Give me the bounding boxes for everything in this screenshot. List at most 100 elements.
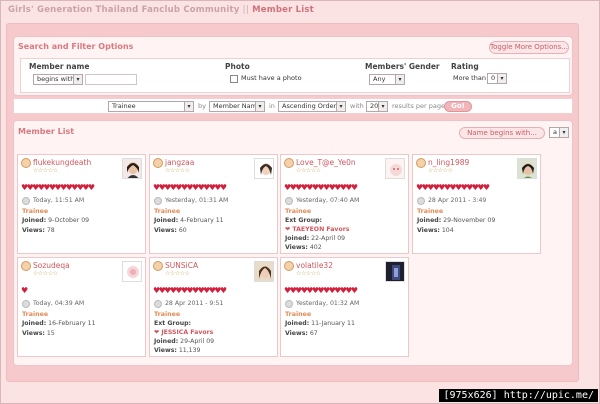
- last-activity-icon: [154, 300, 162, 308]
- last-activity-icon: [22, 197, 30, 205]
- reputation-stars: ☆☆☆☆☆: [296, 270, 321, 277]
- name-begins-with-button[interactable]: Name begins with...: [459, 127, 545, 139]
- avatar[interactable]: [254, 261, 274, 282]
- joined-row: Joined: 22-April 09: [285, 235, 346, 242]
- views-row: Views: 15: [22, 330, 55, 337]
- by-label: by: [198, 102, 206, 110]
- views-row: Views: 60: [154, 227, 187, 234]
- member-name-mode-select[interactable]: begins with ▾: [33, 74, 83, 85]
- photo-label: Photo: [225, 62, 250, 71]
- user-status-icon: [284, 261, 294, 271]
- member-card[interactable]: flukekungdeath ☆☆☆☆☆ ♥♥♥♥♥♥♥♥♥♥♥♥♥ Today…: [17, 154, 146, 254]
- last-activity: 28 Apr 2011 - 9:51: [165, 300, 224, 307]
- avatar[interactable]: [385, 261, 405, 282]
- gender-select[interactable]: Any ▾: [369, 74, 405, 85]
- in-label: in: [269, 102, 275, 110]
- user-status-icon: [21, 261, 31, 271]
- member-rank: Trainee: [285, 208, 312, 215]
- member-card[interactable]: Love_T@e_Ye0n ☆☆☆☆☆ ♥♥♥♥♥♥♥♥♥♥♥♥♥ Yester…: [280, 154, 409, 254]
- member-name-link[interactable]: flukekungdeath: [33, 158, 91, 167]
- must-have-photo-checkbox[interactable]: [230, 75, 238, 83]
- last-activity: 28 Apr 2011 - 3:49: [428, 197, 487, 204]
- letter-select[interactable]: a ▾: [549, 127, 569, 138]
- views-row: Views: 11,139: [154, 347, 201, 354]
- user-status-icon: [416, 158, 426, 168]
- avatar[interactable]: [122, 261, 142, 282]
- reputation-stars: ☆☆☆☆☆: [33, 167, 58, 174]
- chevron-down-icon: ▾: [184, 102, 193, 111]
- views-row: Views: 67: [285, 330, 318, 337]
- reputation-stars: ☆☆☆☆☆: [428, 167, 453, 174]
- reputation-stars: ☆☆☆☆☆: [165, 167, 190, 174]
- member-card[interactable]: Sozudeqa ☆☆☆☆☆ ♥ Today, 04:39 AM Trainee…: [17, 257, 146, 357]
- sort-order-select[interactable]: Ascending Order ▾: [278, 101, 346, 112]
- member-rank: Trainee: [285, 311, 312, 318]
- must-have-photo-label: Must have a photo: [241, 74, 302, 82]
- last-activity-icon: [285, 300, 293, 308]
- reputation-hearts: ♥♥♥♥♥♥♥♥♥♥♥♥♥: [153, 286, 227, 295]
- member-card[interactable]: SUNSiCA ☆☆☆☆☆ ♥♥♥♥♥♥♥♥♥♥♥♥♥ 28 Apr 2011 …: [149, 257, 278, 357]
- user-status-icon: [153, 261, 163, 271]
- avatar[interactable]: [517, 158, 537, 179]
- member-list-panel: Member List Name begins with... a ▾ fluke…: [13, 120, 573, 366]
- reputation-stars: ☆☆☆☆☆: [165, 270, 190, 277]
- chevron-down-icon: ▾: [497, 74, 506, 83]
- reputation-hearts: ♥♥♥♥♥♥♥♥♥♥♥♥♥: [21, 183, 95, 192]
- rating-select[interactable]: 0 ▾: [487, 73, 507, 84]
- last-activity: Yesterday, 01:31 AM: [165, 197, 229, 204]
- breadcrumb-site-link[interactable]: Girls' Generation Thailand Fanclub Commu…: [8, 5, 240, 15]
- with-label: with: [350, 102, 364, 110]
- reputation-hearts: ♥♥♥♥♥♥♥♥♥♥♥♥♥: [284, 183, 358, 192]
- member-name-input[interactable]: [85, 74, 137, 85]
- reputation-hearts: ♥♥♥♥♥♥♥♥♥♥♥♥♥: [153, 183, 227, 192]
- avatar[interactable]: [385, 158, 405, 179]
- member-name-link[interactable]: jangzaa: [165, 158, 194, 167]
- breadcrumb-current: Member List: [252, 5, 314, 15]
- last-activity: Yesterday, 01:32 AM: [296, 300, 360, 307]
- rating-more-than-label: More than: [453, 74, 486, 82]
- per-page-select[interactable]: 20 ▾: [366, 101, 388, 112]
- sort-field-select[interactable]: Member Name ▾: [209, 101, 265, 112]
- user-status-icon: [153, 158, 163, 168]
- page-frame: Girls' Generation Thailand Fanclub Commu…: [0, 0, 600, 404]
- ext-group-label: Ext Group:: [285, 217, 323, 224]
- views-row: Views: 104: [417, 227, 454, 234]
- search-filter-panel: Search and Filter Options Toggle More Op…: [13, 36, 573, 96]
- member-card[interactable]: n_ling1989 ☆☆☆☆☆ ♥♥♥♥♥♥♥♥♥♥♥♥♥ 28 Apr 20…: [412, 154, 541, 254]
- avatar[interactable]: [122, 158, 142, 179]
- member-name-link[interactable]: SUNSiCA: [165, 261, 198, 270]
- reputation-hearts: ♥: [21, 286, 28, 295]
- last-activity: Today, 11:51 AM: [33, 197, 85, 204]
- results-per-page-label: results per page: [392, 102, 445, 110]
- search-panel-title: Search and Filter Options: [18, 42, 134, 51]
- member-name-link[interactable]: volatile32: [296, 261, 333, 270]
- member-name-link[interactable]: Love_T@e_Ye0n: [296, 158, 356, 167]
- member-list-title: Member List: [18, 127, 75, 136]
- last-activity-icon: [154, 197, 162, 205]
- heart-icon: ❤: [154, 329, 160, 336]
- ext-group-label: Ext Group:: [154, 320, 192, 327]
- toggle-options-button[interactable]: Toggle More Options...: [489, 41, 569, 54]
- joined-row: Joined: 16-February 11: [22, 320, 96, 327]
- user-status-icon: [21, 158, 31, 168]
- favor-group: ❤ TAEYEON Favors: [285, 226, 350, 233]
- reputation-hearts: ♥♥♥♥♥♥♥♥♥♥♥♥♥: [284, 286, 358, 295]
- joined-row: Joined: 29-November 09: [417, 217, 496, 224]
- member-name-link[interactable]: Sozudeqa: [33, 261, 70, 270]
- member-rank: Trainee: [154, 208, 181, 215]
- go-button[interactable]: Go!: [444, 101, 472, 112]
- member-card[interactable]: volatile32 ☆☆☆☆☆ ♥♥♥♥♥♥♥♥♥♥♥♥♥ Yesterday…: [280, 257, 409, 357]
- chevron-down-icon: ▾: [559, 128, 568, 137]
- views-row: Views: 402: [285, 244, 322, 251]
- avatar[interactable]: [254, 158, 274, 179]
- member-name-link[interactable]: n_ling1989: [428, 158, 469, 167]
- image-host-watermark: [975x626] http://upic.me/: [439, 389, 598, 402]
- last-activity-icon: [22, 300, 30, 308]
- member-name-label: Member name: [29, 62, 90, 71]
- chevron-down-icon: ▾: [336, 102, 345, 111]
- last-activity-icon: [285, 197, 293, 205]
- group-select[interactable]: Trainee ▾: [108, 101, 194, 112]
- member-card[interactable]: jangzaa ☆☆☆☆☆ ♥♥♥♥♥♥♥♥♥♥♥♥♥ Yesterday, 0…: [149, 154, 278, 254]
- member-rank: Trainee: [22, 208, 49, 215]
- member-rank: Trainee: [22, 311, 49, 318]
